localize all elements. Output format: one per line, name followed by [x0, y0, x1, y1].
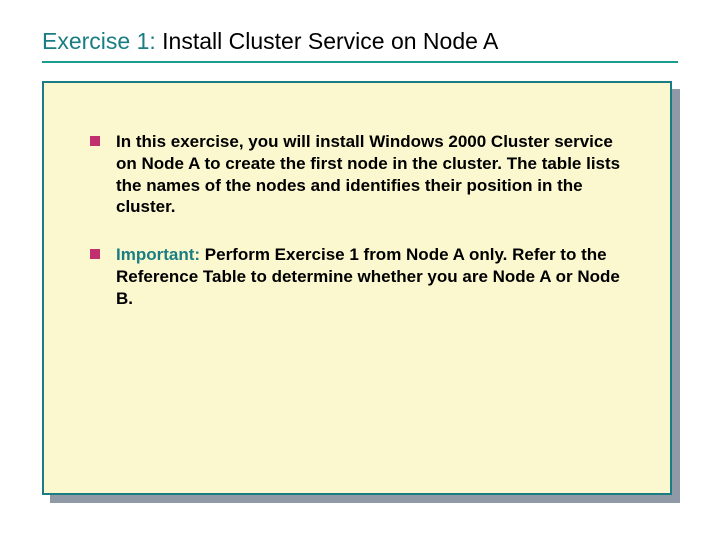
list-item: In this exercise, you will install Windo…	[90, 131, 630, 218]
slide-title: Exercise 1: Install Cluster Service on N…	[42, 28, 678, 63]
content-panel: In this exercise, you will install Windo…	[42, 81, 672, 495]
bullet-text: Important: Perform Exercise 1 from Node …	[116, 244, 630, 309]
bullet-text: In this exercise, you will install Windo…	[116, 131, 630, 218]
bullet-body: In this exercise, you will install Windo…	[116, 132, 620, 216]
square-bullet-icon	[90, 136, 100, 146]
title-lead: Exercise 1:	[42, 28, 156, 54]
bullet-emph: Important:	[116, 245, 200, 264]
list-item: Important: Perform Exercise 1 from Node …	[90, 244, 630, 309]
title-rest: Install Cluster Service on Node A	[156, 28, 499, 54]
square-bullet-icon	[90, 249, 100, 259]
content-panel-wrap: In this exercise, you will install Windo…	[42, 81, 678, 501]
